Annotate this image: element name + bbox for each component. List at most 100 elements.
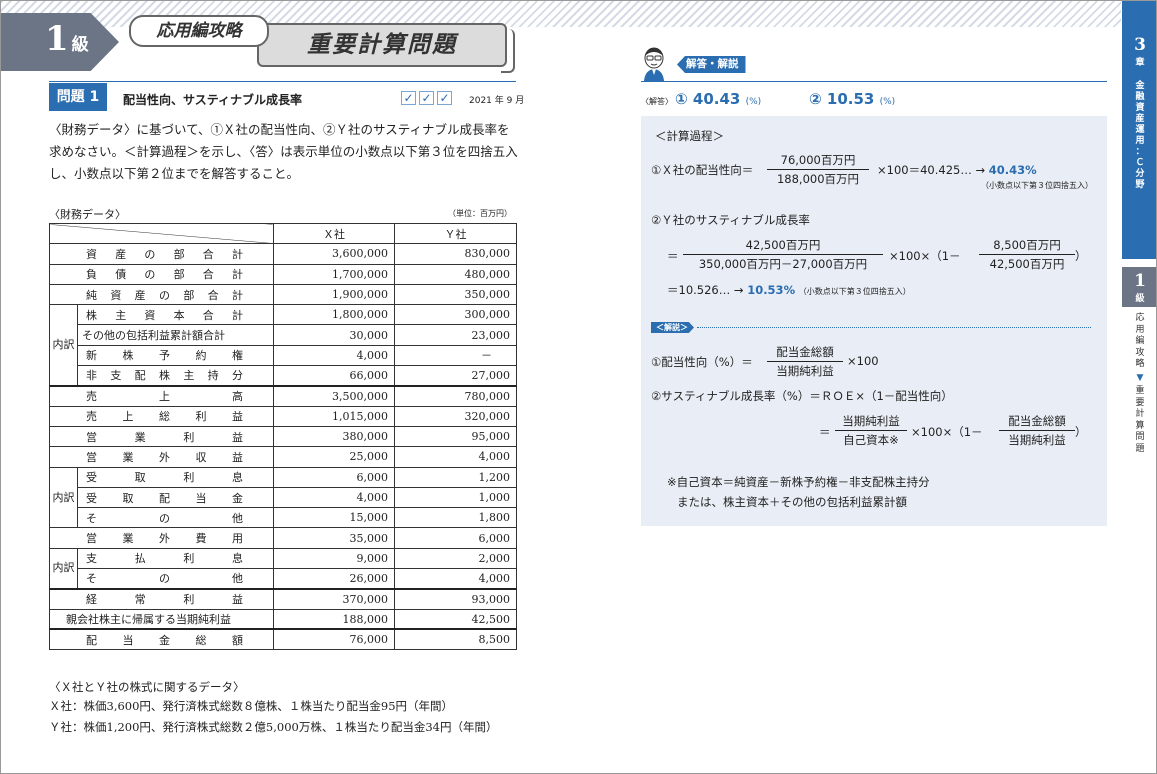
cell-x: 1,015,000 [273, 405, 395, 427]
check-boxes: ✓ ✓ ✓ [401, 91, 452, 105]
level-unit: 級 [71, 35, 89, 55]
cell-x: 66,000 [273, 365, 395, 387]
f2-line: ②サスティナブル成長率（%）＝ＲＯＥ×（1－配当性向） [651, 389, 953, 403]
cell-y: 1,000 [394, 486, 517, 509]
answer-2: ② 10.53 (%) [809, 90, 895, 108]
row-label: 新株予約権 [77, 344, 274, 367]
footnote-2: または、株主資本＋その他の包括利益累計額 [677, 495, 907, 509]
answer-label: 〈解答〉 [641, 97, 673, 106]
check-box-icon[interactable]: ✓ [419, 91, 434, 105]
table-row: その他 15,000 1,800 [50, 507, 517, 529]
row-label: 親会社株主に帰属する当期純利益 [49, 608, 274, 630]
x-denominator: 188,000百万円 [776, 172, 860, 186]
check-box-icon[interactable]: ✓ [401, 91, 416, 105]
chapter-unit: 章 [1135, 58, 1145, 68]
cell-y: 830,000 [394, 243, 517, 265]
side-level-unit: 級 [1135, 294, 1145, 304]
cell-y: 8,500 [394, 628, 517, 651]
group-label: 内訳 [49, 466, 78, 529]
question-rule [49, 81, 516, 82]
row-label: 株主資本合計 [77, 304, 274, 326]
y-fraction-2: 8,500百万円 42,500百万円 [979, 237, 1075, 272]
row-label: 受取配当金 [77, 486, 274, 509]
level-side-tab[interactable]: 1 級 [1122, 267, 1156, 307]
table-row: 新株予約権 4,000 － [50, 344, 517, 367]
cell-y: 93,000 [394, 587, 517, 610]
x-fraction: 76,000百万円 188,000百万円 [767, 152, 869, 187]
cell-y: 480,000 [394, 263, 517, 285]
cell-x: 4,000 [273, 486, 395, 509]
col-header-x: Ｘ社 [273, 222, 395, 245]
y-eq-sign: ＝ [667, 249, 679, 263]
cell-x: 4,000 [273, 344, 395, 367]
row-label: 営業外収益 [49, 446, 274, 468]
cell-y: 320,000 [394, 405, 517, 427]
table-row: 非支配株主持分 66,000 27,000 [50, 365, 517, 387]
cell-x: 370,000 [273, 587, 395, 610]
row-label: 負債の部合計 [49, 263, 274, 285]
side-nav-bottom: 重要計算問題 [1135, 386, 1145, 454]
row-label: 営業利益 [49, 425, 274, 448]
y-numerator: 42,500百万円 [683, 237, 883, 255]
cell-x: 6,000 [273, 466, 395, 488]
table-row: 営業外収益 25,000 4,000 [49, 446, 517, 468]
row-label: 非支配株主持分 [77, 365, 274, 387]
cell-y: 42,500 [394, 608, 517, 630]
f1-lhs: ①配当性向（%）＝ [651, 355, 753, 369]
cell-y: 350,000 [394, 283, 517, 306]
row-label: その他の包括利益累計額合計 [77, 324, 274, 346]
fin-data-label: 〈財務データ〉 [49, 208, 126, 221]
table-row: 受取配当金 4,000 1,000 [50, 486, 517, 509]
f2-eq-sign: ＝ [819, 425, 831, 439]
f1-numerator: 配当金総額 [767, 344, 843, 362]
page: 1級 重要計算問題 応用編攻略 問題 1 配当性向、サスティナブル成長率 ✓ ✓… [0, 0, 1157, 774]
f1-fraction: 配当金総額 当期純利益 [767, 344, 843, 379]
cell-x: 15,000 [273, 507, 395, 529]
cell-x: 30,000 [273, 324, 395, 346]
answer-explanation-tag: 解答・解説 [677, 56, 746, 73]
y-calc-text: ＝10.526… → [667, 283, 744, 297]
x-numerator: 76,000百万円 [767, 152, 869, 170]
stock-data-y: Ｙ社：株価1,200円、発行済株式総数２億5,000万株、１株当たり配当金34円… [49, 720, 498, 734]
row-label: その他 [77, 568, 274, 590]
chapter-number: 3 [1134, 35, 1146, 55]
table-row: 売上総利益 1,015,000 320,000 [49, 405, 517, 427]
calculation-panel: ＜計算過程＞ ①Ｘ社の配当性向＝ 76,000百万円 188,000百万円 ×1… [641, 116, 1107, 526]
col-header-y: Ｙ社 [394, 222, 517, 245]
side-level-number: 1 [1134, 271, 1146, 291]
table-row: 資産の部合計 3,600,000 830,000 [49, 243, 517, 265]
check-box-icon[interactable]: ✓ [437, 91, 452, 105]
answer-1: ① 40.43 (%) [675, 90, 761, 108]
answer-2-value: ② 10.53 [809, 90, 875, 108]
cell-y: 23,000 [394, 324, 517, 346]
row-label: 営業外費用 [49, 527, 274, 549]
table-row: 配当金総額 76,000 8,500 [49, 628, 517, 651]
fin-data-unit: （単位：百万円） [448, 209, 512, 218]
cell-x: 26,000 [273, 568, 395, 590]
group-label: 内訳 [49, 304, 78, 387]
table-row: 内訳 受取利息 6,000 1,200 [49, 466, 517, 529]
f1-denominator: 当期純利益 [776, 364, 834, 378]
y-formula-title: ②Ｙ社のサスティナブル成長率 [651, 213, 810, 227]
cell-y: 1,800 [394, 507, 517, 529]
cell-y: 4,000 [394, 446, 517, 468]
y-close-paren: ） [1075, 249, 1087, 263]
row-label: 支払利息 [77, 547, 274, 570]
table-header-row: Ｘ社 Ｙ社 [49, 222, 517, 245]
row-label: 経常利益 [49, 587, 274, 610]
f2-close-paren: ） [1075, 425, 1087, 439]
row-label: 売上高 [49, 384, 274, 407]
y-denominator: 350,000百万円－27,000百万円 [698, 257, 868, 271]
question-body: 〈財務データ〉に基づいて、①Ｘ社の配当性向、②Ｙ社のサスティナブル成長率を求めな… [49, 122, 518, 181]
cell-y: 27,000 [394, 365, 517, 387]
cell-y: 4,000 [394, 568, 517, 590]
stock-data-x: Ｘ社：株価3,600円、発行済株式総数８億株、１株当たり配当金95円（年間） [49, 699, 454, 713]
cell-x: 25,000 [273, 446, 395, 468]
chapter-side-tab[interactable]: 3 章 金融資産運用： Ｃ 分野 [1122, 1, 1156, 259]
x-formula-lhs: ①Ｘ社の配当性向＝ [651, 163, 754, 177]
table-row: 内訳 株主資本合計 1,800,000 300,000 [49, 304, 517, 387]
chapter-title: 金融資産運用： Ｃ 分野 [1135, 81, 1145, 190]
row-label: 配当金総額 [49, 628, 274, 651]
table-row: 経常利益 370,000 93,000 [49, 587, 517, 610]
explanation-dotted-rule [697, 327, 1091, 328]
